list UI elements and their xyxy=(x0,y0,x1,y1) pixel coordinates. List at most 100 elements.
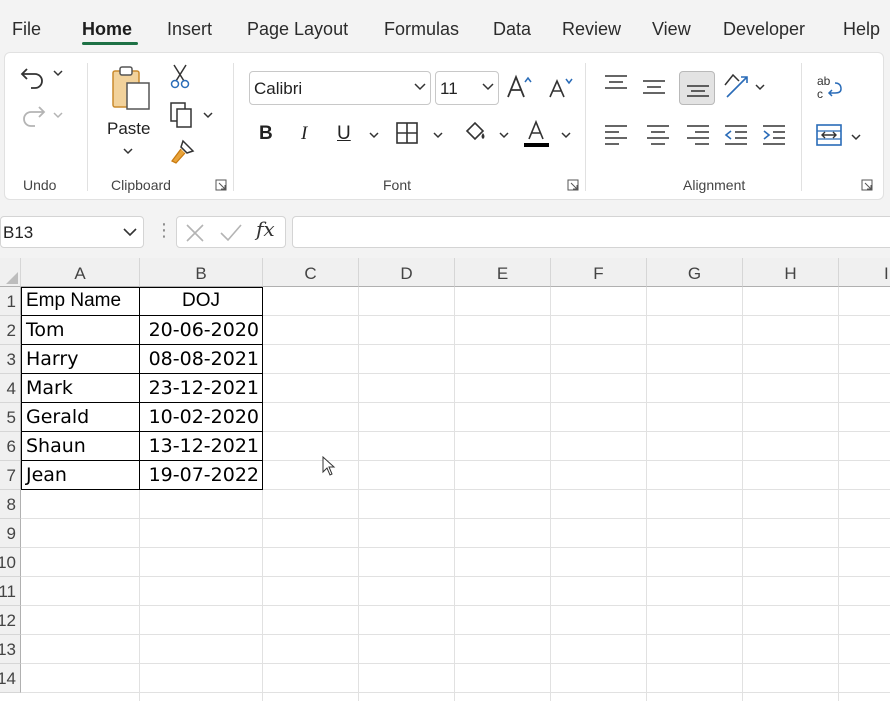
cancel-icon[interactable] xyxy=(185,223,205,243)
underline-dropdown-icon[interactable] xyxy=(369,131,379,139)
merge-dropdown-icon[interactable] xyxy=(851,133,861,141)
align-top-icon[interactable] xyxy=(603,73,629,95)
column-header-i[interactable]: I xyxy=(839,258,890,287)
paste-label[interactable]: Paste xyxy=(107,119,150,139)
increase-font-icon[interactable] xyxy=(505,73,533,99)
insert-function-icon[interactable]: fx xyxy=(256,217,275,241)
copy-dropdown-icon[interactable] xyxy=(203,111,213,119)
row-header-14[interactable]: 14 xyxy=(0,664,21,693)
row-header-8[interactable]: 8 xyxy=(0,490,21,519)
cell-a7[interactable]: Jean xyxy=(22,461,139,490)
wrap-text-icon[interactable]: ab c xyxy=(815,73,843,103)
copy-icon[interactable] xyxy=(169,101,195,129)
menu-view[interactable]: View xyxy=(652,19,691,40)
chevron-down-icon[interactable] xyxy=(414,81,426,91)
row-header-12[interactable]: 12 xyxy=(0,606,21,635)
align-left-icon[interactable] xyxy=(603,123,629,145)
increase-indent-icon[interactable] xyxy=(761,123,787,145)
cell-a3[interactable]: Harry xyxy=(22,345,139,374)
column-header-d[interactable]: D xyxy=(359,258,455,287)
cell-b2[interactable]: 20-06-2020 xyxy=(140,316,262,345)
font-name-select[interactable]: Calibri xyxy=(249,71,431,105)
row-header-7[interactable]: 7 xyxy=(0,461,21,490)
underline-icon[interactable]: U xyxy=(337,123,351,145)
bold-icon[interactable]: B xyxy=(259,123,273,145)
format-painter-icon[interactable] xyxy=(169,139,197,165)
chevron-down-icon[interactable] xyxy=(123,227,137,237)
menu-developer[interactable]: Developer xyxy=(723,19,805,40)
align-right-icon[interactable] xyxy=(685,123,711,145)
column-header-a[interactable]: A xyxy=(21,258,140,287)
redo-dropdown-icon[interactable] xyxy=(53,111,63,119)
row-header-3[interactable]: 3 xyxy=(0,345,21,374)
name-box[interactable]: B13 xyxy=(0,216,144,248)
align-center-icon[interactable] xyxy=(645,123,671,145)
orientation-dropdown-icon[interactable] xyxy=(755,83,765,91)
menu-insert[interactable]: Insert xyxy=(167,19,212,40)
row-header-6[interactable]: 6 xyxy=(0,432,21,461)
enter-icon[interactable] xyxy=(219,223,243,243)
align-middle-icon[interactable] xyxy=(641,75,667,97)
row-header-4[interactable]: 4 xyxy=(0,374,21,403)
menu-data[interactable]: Data xyxy=(493,19,531,40)
fill-color-dropdown-icon[interactable] xyxy=(499,131,509,139)
cell-a1[interactable]: Emp Name xyxy=(22,287,139,316)
decrease-indent-icon[interactable] xyxy=(723,123,749,145)
cell-b3[interactable]: 08-08-2021 xyxy=(140,345,262,374)
borders-icon[interactable] xyxy=(395,121,419,145)
cell-b5[interactable]: 10-02-2020 xyxy=(140,403,262,432)
align-bottom-icon[interactable] xyxy=(685,77,711,99)
column-header-h[interactable]: H xyxy=(743,258,839,287)
row-header-9[interactable]: 9 xyxy=(0,519,21,548)
font-color-icon[interactable] xyxy=(523,119,551,149)
decrease-font-icon[interactable] xyxy=(547,75,575,99)
worksheet-grid[interactable]: A B C D E F G H I 1 2 3 4 5 6 7 8 9 10 1… xyxy=(0,258,890,701)
menu-file[interactable]: File xyxy=(12,19,41,40)
row-header-1[interactable]: 1 xyxy=(0,287,21,316)
paste-icon[interactable] xyxy=(109,63,153,111)
cell-b1[interactable]: DOJ xyxy=(140,287,262,316)
column-header-g[interactable]: G xyxy=(647,258,743,287)
redo-icon[interactable] xyxy=(19,101,47,127)
menu-formulas[interactable]: Formulas xyxy=(384,19,459,40)
formula-input[interactable] xyxy=(292,216,890,248)
cell-a6[interactable]: Shaun xyxy=(22,432,139,461)
cell-b4[interactable]: 23-12-2021 xyxy=(140,374,262,403)
row-header-2[interactable]: 2 xyxy=(0,316,21,345)
chevron-down-icon[interactable] xyxy=(482,81,494,91)
undo-icon[interactable] xyxy=(19,63,47,89)
cell-a2[interactable]: Tom xyxy=(22,316,139,345)
column-header-c[interactable]: C xyxy=(263,258,359,287)
select-all-corner[interactable] xyxy=(0,258,21,287)
alignment-launcher-icon[interactable] xyxy=(861,179,873,191)
font-size-select[interactable]: 11 xyxy=(435,71,499,105)
paste-dropdown-icon[interactable] xyxy=(123,147,133,155)
cell-b6[interactable]: 13-12-2021 xyxy=(140,432,262,461)
cell-a4[interactable]: Mark xyxy=(22,374,139,403)
cell-b7[interactable]: 19-07-2022 xyxy=(140,461,262,490)
font-color-dropdown-icon[interactable] xyxy=(561,131,571,139)
clipboard-launcher-icon[interactable] xyxy=(215,179,227,191)
cut-icon[interactable] xyxy=(169,63,191,89)
column-header-b[interactable]: B xyxy=(140,258,263,287)
formula-bar-grip-icon[interactable]: ⋮ xyxy=(155,220,173,241)
group-separator xyxy=(233,63,234,191)
orientation-icon[interactable] xyxy=(721,71,751,99)
menu-review[interactable]: Review xyxy=(562,19,621,40)
merge-center-icon[interactable] xyxy=(815,123,845,147)
menu-page-layout[interactable]: Page Layout xyxy=(247,19,348,40)
row-header-10[interactable]: 10 xyxy=(0,548,21,577)
cell-a5[interactable]: Gerald xyxy=(22,403,139,432)
row-header-13[interactable]: 13 xyxy=(0,635,21,664)
undo-dropdown-icon[interactable] xyxy=(53,69,63,77)
row-header-5[interactable]: 5 xyxy=(0,403,21,432)
menu-home[interactable]: Home xyxy=(82,19,132,40)
font-launcher-icon[interactable] xyxy=(567,179,579,191)
borders-dropdown-icon[interactable] xyxy=(433,131,443,139)
menu-help[interactable]: Help xyxy=(843,19,880,40)
row-header-11[interactable]: 11 xyxy=(0,577,21,606)
column-header-f[interactable]: F xyxy=(551,258,647,287)
fill-color-icon[interactable] xyxy=(463,119,489,145)
italic-icon[interactable]: I xyxy=(301,123,307,145)
column-header-e[interactable]: E xyxy=(455,258,551,287)
